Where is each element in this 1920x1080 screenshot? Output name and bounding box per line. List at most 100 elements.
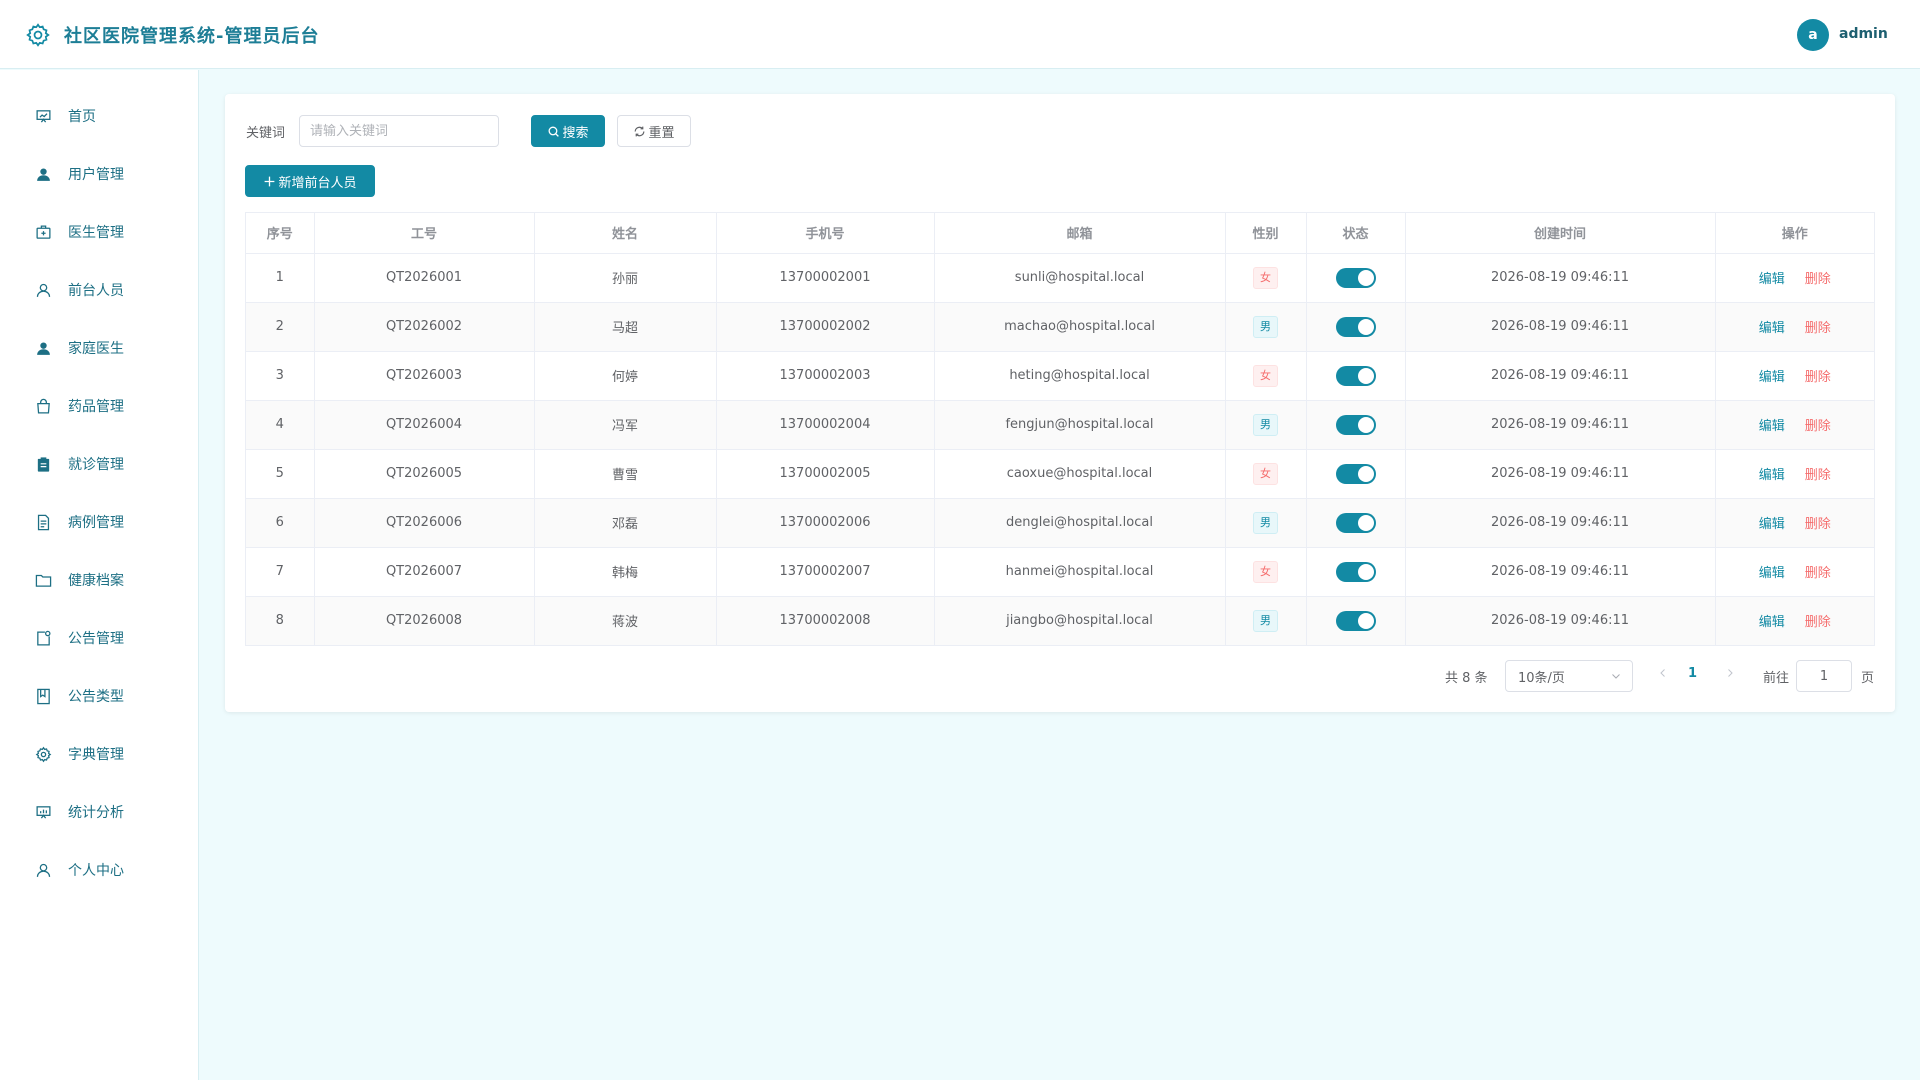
plus-icon xyxy=(265,176,275,186)
cell-gender: 男 xyxy=(1225,596,1307,645)
next-page-icon[interactable] xyxy=(1724,666,1736,680)
sidebar-item-users[interactable]: 用户管理 xyxy=(0,152,199,196)
cell-emp-no: QT2026005 xyxy=(314,449,535,499)
add-button-label: 新增前台人员 xyxy=(278,175,357,191)
status-toggle[interactable] xyxy=(1335,610,1376,631)
cell-status xyxy=(1306,253,1406,303)
setting-icon xyxy=(34,745,52,763)
delete-button[interactable]: 删除 xyxy=(1805,419,1831,434)
col-header-email: 邮箱 xyxy=(934,213,1226,254)
status-toggle[interactable] xyxy=(1335,463,1376,484)
cell-index: 8 xyxy=(246,596,315,645)
cell-phone: 13700002008 xyxy=(716,596,935,645)
reset-button[interactable]: 重置 xyxy=(617,115,691,147)
status-toggle[interactable] xyxy=(1335,267,1376,288)
sidebar-item-notice-types[interactable]: 公告类型 xyxy=(0,674,199,718)
cell-name: 韩梅 xyxy=(534,547,717,597)
sidebar-item-notices[interactable]: 公告管理 xyxy=(0,616,199,660)
col-header-index: 序号 xyxy=(246,213,315,254)
table-row: 1 QT2026001 孙丽 13700002001 sunli@hospital.lo… xyxy=(246,253,1874,303)
first-aid-kit-icon xyxy=(34,223,52,241)
sidebar-item-label: 用户管理 xyxy=(68,167,124,183)
page-number-current[interactable]: 1 xyxy=(1688,666,1697,681)
delete-button[interactable]: 删除 xyxy=(1805,566,1831,581)
edit-button[interactable]: 编辑 xyxy=(1759,321,1785,336)
keyword-input[interactable] xyxy=(299,115,499,147)
edit-button[interactable]: 编辑 xyxy=(1759,272,1785,287)
sidebar-item-statistics[interactable]: 统计分析 xyxy=(0,790,199,834)
edit-button[interactable]: 编辑 xyxy=(1759,468,1785,483)
delete-button[interactable]: 删除 xyxy=(1805,321,1831,336)
cell-email: fengjun@hospital.local xyxy=(934,400,1226,450)
user-filled-icon xyxy=(34,339,52,357)
sidebar-item-reception[interactable]: 前台人员 xyxy=(0,268,199,312)
prev-page-icon[interactable] xyxy=(1657,666,1669,680)
edit-button[interactable]: 编辑 xyxy=(1759,370,1785,385)
sidebar-item-medicine[interactable]: 药品管理 xyxy=(0,384,199,428)
table-row: 8 QT2026008 蒋波 13700002008 jiangbo@hospital.… xyxy=(246,596,1874,645)
cell-status xyxy=(1306,547,1406,597)
cell-email: sunli@hospital.local xyxy=(934,253,1226,303)
presentation-icon xyxy=(34,107,52,125)
edit-button[interactable]: 编辑 xyxy=(1759,419,1785,434)
status-toggle[interactable] xyxy=(1335,365,1376,386)
cell-created: 2026-08-19 09:46:11 xyxy=(1405,596,1716,645)
cell-created: 2026-08-19 09:46:11 xyxy=(1405,498,1716,548)
page-size-select[interactable]: 10条/页 xyxy=(1505,660,1633,692)
col-header-name: 姓名 xyxy=(534,213,717,254)
delete-button[interactable]: 删除 xyxy=(1805,468,1831,483)
sidebar-item-doctors[interactable]: 医生管理 xyxy=(0,210,199,254)
cell-index: 7 xyxy=(246,547,315,597)
sidebar-item-home[interactable]: 首页 xyxy=(0,94,199,138)
cell-name: 邓磊 xyxy=(534,498,717,548)
cell-gender: 男 xyxy=(1225,400,1307,450)
search-button-label: 搜索 xyxy=(562,125,589,141)
add-reception-button[interactable]: 新增前台人员 xyxy=(245,165,375,197)
delete-button[interactable]: 删除 xyxy=(1805,370,1831,385)
status-toggle[interactable] xyxy=(1335,414,1376,435)
sidebar-item-label: 就诊管理 xyxy=(68,457,124,473)
cell-name: 冯军 xyxy=(534,400,717,450)
delete-button[interactable]: 删除 xyxy=(1805,517,1831,532)
sidebar-item-health-records[interactable]: 健康档案 xyxy=(0,558,199,602)
sidebar-item-dictionary[interactable]: 字典管理 xyxy=(0,732,199,776)
gender-tag: 女 xyxy=(1253,462,1278,485)
delete-button[interactable]: 删除 xyxy=(1805,615,1831,630)
table-row: 5 QT2026005 曹雪 13700002005 caoxue@hospital.l… xyxy=(246,449,1874,499)
cell-email: denglei@hospital.local xyxy=(934,498,1226,548)
pagination-total: 共 8 条 xyxy=(1445,671,1488,686)
sidebar-item-label: 首页 xyxy=(68,109,96,125)
user-outline-icon xyxy=(34,281,52,299)
user-name[interactable]: admin xyxy=(1839,26,1888,42)
cell-created: 2026-08-19 09:46:11 xyxy=(1405,351,1716,401)
cell-actions: 编辑 删除 xyxy=(1715,351,1874,401)
sidebar-item-visits[interactable]: 就诊管理 xyxy=(0,442,199,486)
cell-phone: 13700002005 xyxy=(716,449,935,499)
edit-button[interactable]: 编辑 xyxy=(1759,615,1785,630)
sidebar-item-family-doctor[interactable]: 家庭医生 xyxy=(0,326,199,370)
sidebar-item-cases[interactable]: 病例管理 xyxy=(0,500,199,544)
delete-button[interactable]: 删除 xyxy=(1805,272,1831,287)
cell-status xyxy=(1306,449,1406,499)
notebook-icon xyxy=(34,687,52,705)
cell-actions: 编辑 删除 xyxy=(1715,302,1874,352)
cell-index: 4 xyxy=(246,400,315,450)
edit-button[interactable]: 编辑 xyxy=(1759,566,1785,581)
status-toggle[interactable] xyxy=(1335,512,1376,533)
sidebar-item-profile[interactable]: 个人中心 xyxy=(0,848,199,892)
cell-name: 马超 xyxy=(534,302,717,352)
cell-status xyxy=(1306,351,1406,401)
cell-created: 2026-08-19 09:46:11 xyxy=(1405,302,1716,352)
edit-button[interactable]: 编辑 xyxy=(1759,517,1785,532)
avatar[interactable]: a xyxy=(1797,19,1829,51)
sidebar: 首页 用户管理 医生管理 前台人员 家庭医生 药品管理 就诊管理 病例管理 健康… xyxy=(0,70,199,1080)
cell-phone: 13700002006 xyxy=(716,498,935,548)
table-row: 6 QT2026006 邓磊 13700002006 denglei@hospital.… xyxy=(246,498,1874,548)
goto-page-input[interactable] xyxy=(1796,660,1852,692)
status-toggle[interactable] xyxy=(1335,316,1376,337)
cell-emp-no: QT2026001 xyxy=(314,253,535,303)
cell-actions: 编辑 删除 xyxy=(1715,400,1874,450)
cell-name: 蒋波 xyxy=(534,596,717,645)
search-button[interactable]: 搜索 xyxy=(531,115,605,147)
status-toggle[interactable] xyxy=(1335,561,1376,582)
